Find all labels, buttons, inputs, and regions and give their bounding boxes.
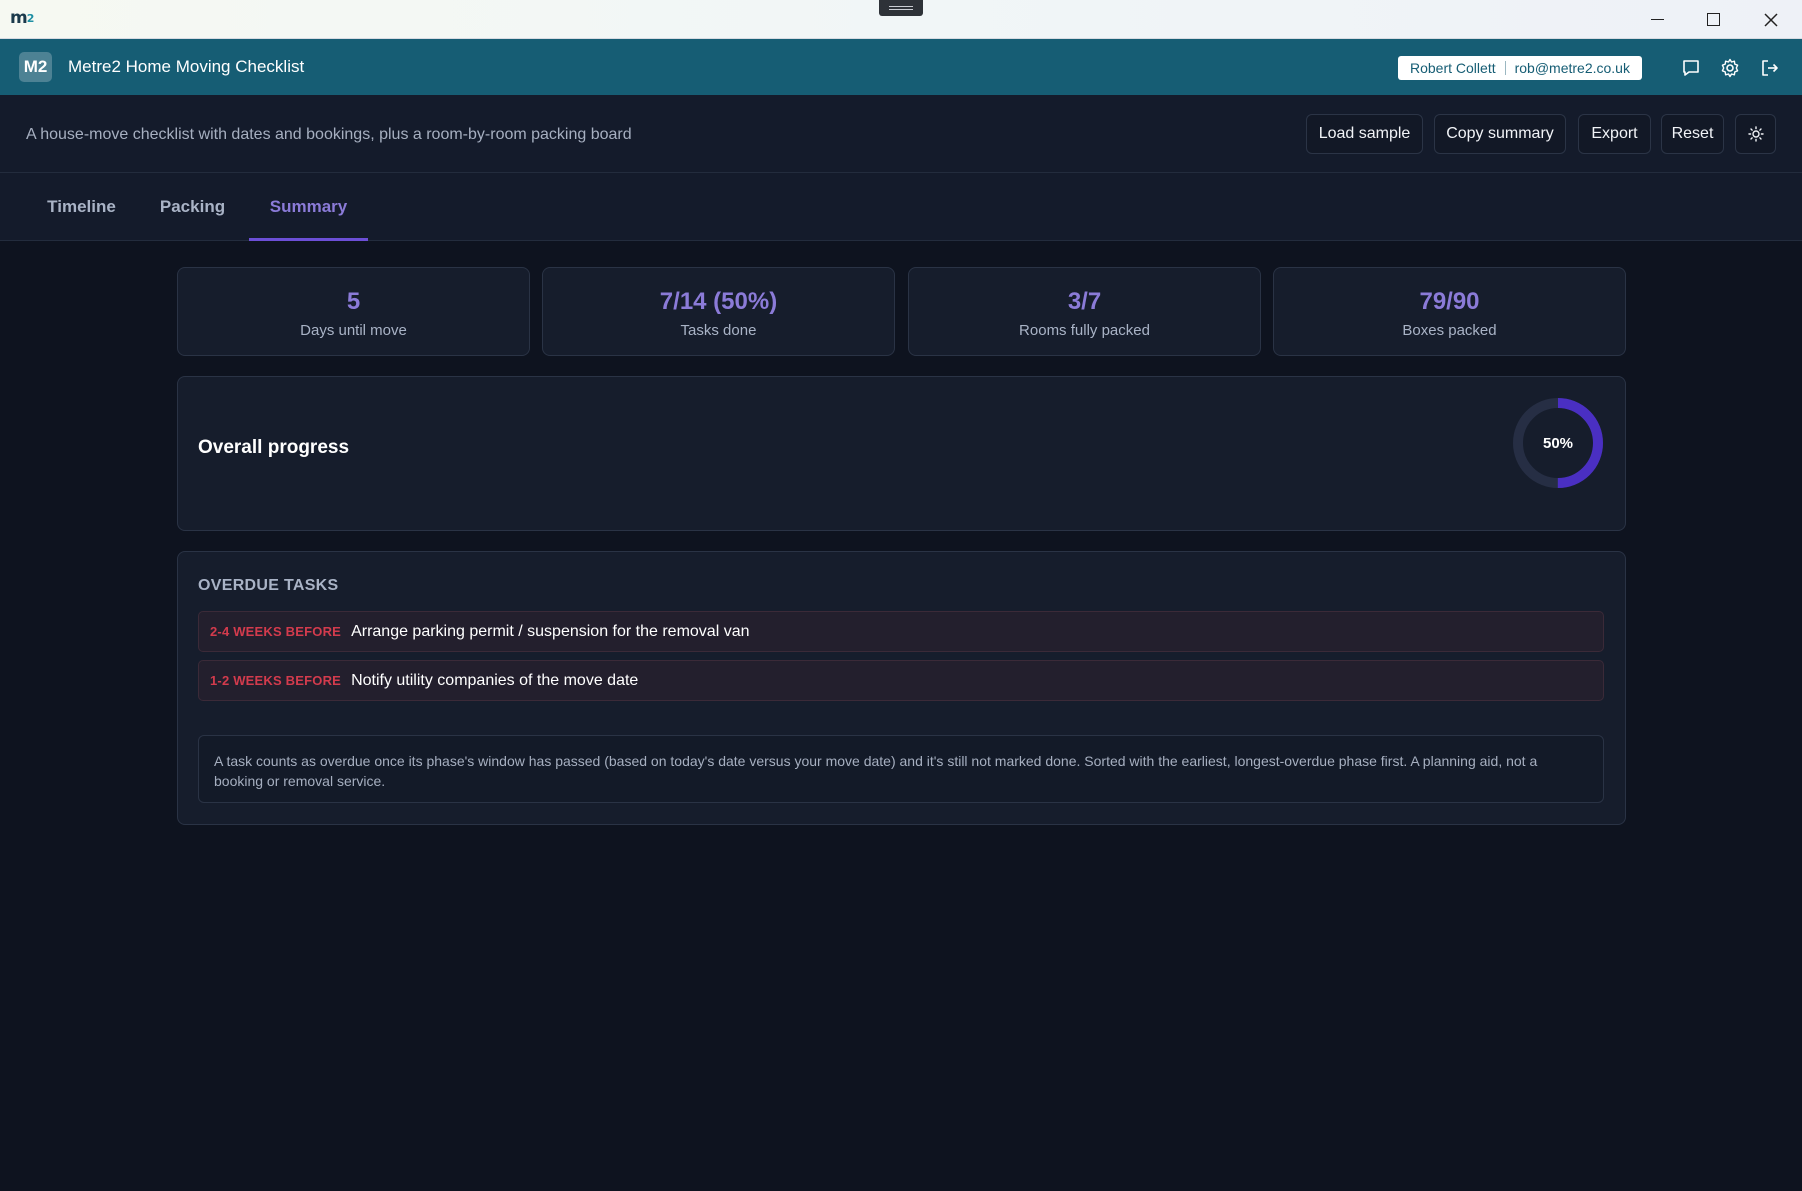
- load-sample-button[interactable]: Load sample: [1306, 114, 1423, 154]
- app-logo-sub: 2: [26, 12, 35, 25]
- overdue-explanation-note: A task counts as overdue once its phase'…: [198, 735, 1604, 803]
- close-icon: [1764, 12, 1778, 27]
- close-button[interactable]: [1742, 0, 1800, 39]
- overdue-tasks-panel: OVERDUE TASKS 2-4 WEEKS BEFORE Arrange p…: [177, 551, 1626, 825]
- sun-icon: [1747, 126, 1764, 142]
- user-name: Robert Collett: [1410, 60, 1496, 76]
- stat-value: 3/7: [1067, 288, 1102, 315]
- overdue-task-phase: 1-2 WEEKS BEFORE: [210, 673, 342, 688]
- overdue-task-row[interactable]: 1-2 WEEKS BEFORE Notify utility companie…: [198, 660, 1604, 701]
- stat-value: 5: [346, 288, 361, 315]
- overall-progress-panel: Overall progress 50%: [177, 376, 1626, 531]
- stat-card-days-until-move: 5 Days until move: [177, 267, 530, 356]
- maximize-icon: [1706, 13, 1720, 26]
- overdue-task-row[interactable]: 2-4 WEEKS BEFORE Arrange parking permit …: [198, 611, 1604, 652]
- window-titlebar: m2: [0, 0, 1802, 39]
- copy-summary-button[interactable]: Copy summary: [1434, 114, 1566, 154]
- drag-grip-handle[interactable]: [879, 0, 923, 16]
- overall-progress-title: Overall progress: [198, 437, 350, 458]
- stat-card-tasks-done: 7/14 (50%) Tasks done: [542, 267, 895, 356]
- tab-packing[interactable]: Packing: [139, 173, 246, 241]
- stat-card-rooms-packed: 3/7 Rooms fully packed: [908, 267, 1261, 356]
- overdue-task-phase: 2-4 WEEKS BEFORE: [210, 624, 342, 639]
- app-tagline: A house-move checklist with dates and bo…: [26, 126, 632, 143]
- user-email: rob@metre2.co.uk: [1514, 60, 1630, 76]
- tab-timeline[interactable]: Timeline: [24, 173, 139, 241]
- logout-button[interactable]: [1759, 57, 1781, 79]
- export-button[interactable]: Export: [1578, 114, 1651, 154]
- stat-value: 79/90: [1419, 288, 1480, 315]
- minimize-button[interactable]: [1628, 0, 1686, 39]
- overdue-task-text: Arrange parking permit / suspension for …: [351, 622, 750, 640]
- progress-ring-label: 50%: [1542, 434, 1574, 452]
- maximize-button[interactable]: [1684, 0, 1742, 39]
- app-logo-text: m: [10, 8, 28, 28]
- stat-label: Days until move: [300, 322, 407, 339]
- app-badge: M2: [19, 52, 52, 82]
- app-title: Metre2 Home Moving Checklist: [68, 57, 305, 76]
- tab-summary[interactable]: Summary: [249, 173, 368, 241]
- stat-label: Boxes packed: [1402, 322, 1497, 339]
- user-chip-divider: [1504, 61, 1506, 75]
- gear-icon: [1721, 58, 1739, 78]
- feedback-button[interactable]: [1680, 57, 1702, 79]
- reset-button[interactable]: Reset: [1661, 114, 1724, 154]
- stat-label: Tasks done: [680, 322, 757, 339]
- stat-label: Rooms fully packed: [1019, 322, 1150, 339]
- overdue-tasks-heading: OVERDUE TASKS: [198, 577, 339, 594]
- user-chip[interactable]: Robert Collett rob@metre2.co.uk: [1398, 56, 1642, 80]
- settings-button[interactable]: [1719, 57, 1741, 79]
- toolbar: A house-move checklist with dates and bo…: [0, 95, 1802, 173]
- tab-bar: Timeline Packing Summary: [0, 173, 1802, 241]
- stat-value: 7/14 (50%): [659, 288, 778, 315]
- minimize-icon: [1650, 18, 1664, 21]
- app-logo: m2: [10, 8, 35, 28]
- chat-icon: [1683, 60, 1699, 76]
- logout-icon: [1762, 60, 1778, 76]
- app-header: M2 Metre2 Home Moving Checklist Robert C…: [0, 39, 1802, 95]
- stat-card-boxes-packed: 79/90 Boxes packed: [1273, 267, 1626, 356]
- overdue-task-text: Notify utility companies of the move dat…: [351, 671, 639, 689]
- progress-ring: 50%: [1512, 397, 1604, 489]
- theme-toggle-button[interactable]: [1735, 114, 1776, 154]
